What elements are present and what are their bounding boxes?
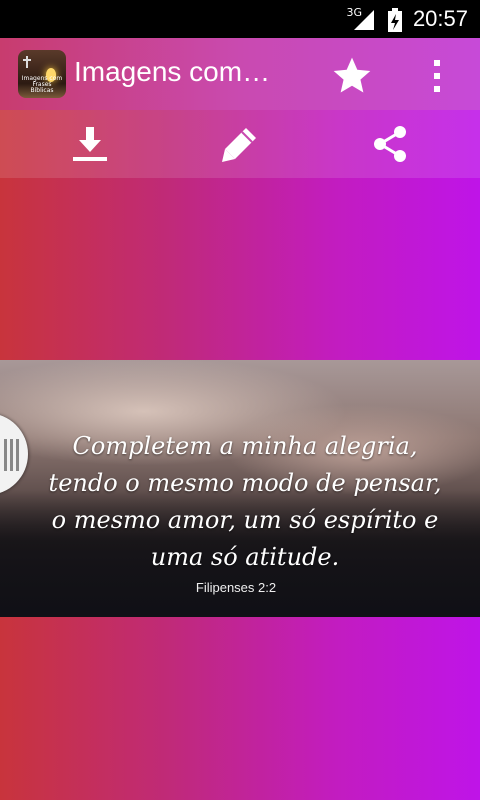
- share-button[interactable]: [360, 120, 420, 168]
- verse-line: o mesmo amor, um só espírito e: [51, 506, 439, 534]
- edit-button[interactable]: [210, 120, 270, 168]
- signal-icon: [354, 10, 374, 30]
- verse-line: uma só atitude.: [150, 543, 340, 571]
- cross-icon: [23, 56, 31, 68]
- verse-image[interactable]: Completem a minha alegria, tendo o mesmo…: [0, 360, 480, 617]
- app-title: Imagens com…: [74, 56, 271, 87]
- share-icon: [374, 126, 406, 162]
- status-bar: 3G 20:57: [0, 0, 480, 38]
- verse-line: Completem a minha alegria,: [72, 432, 418, 460]
- favorite-button[interactable]: [330, 54, 374, 98]
- download-button[interactable]: [60, 120, 120, 168]
- action-bar: Imagens com Frases Bíblicas Imagens com…: [0, 38, 480, 110]
- battery-charging-icon: [388, 8, 402, 32]
- more-vertical-icon: [434, 60, 440, 92]
- verse-quote: Completem a minha alegria, tendo o mesmo…: [30, 428, 460, 576]
- pencil-icon: [222, 128, 256, 162]
- app-icon[interactable]: Imagens com Frases Bíblicas: [18, 50, 66, 98]
- verse-line: tendo o mesmo modo de pensar,: [48, 469, 442, 497]
- grip-icon: [4, 439, 19, 471]
- app-icon-caption: Imagens com Frases Bíblicas: [21, 75, 63, 94]
- download-icon: [73, 127, 107, 161]
- verse-reference: Filipenses 2:2: [195, 580, 277, 595]
- star-icon: [333, 57, 371, 93]
- clock: 20:57: [412, 6, 468, 31]
- image-actions-toolbar: [0, 110, 480, 178]
- overflow-menu-button[interactable]: [420, 54, 454, 98]
